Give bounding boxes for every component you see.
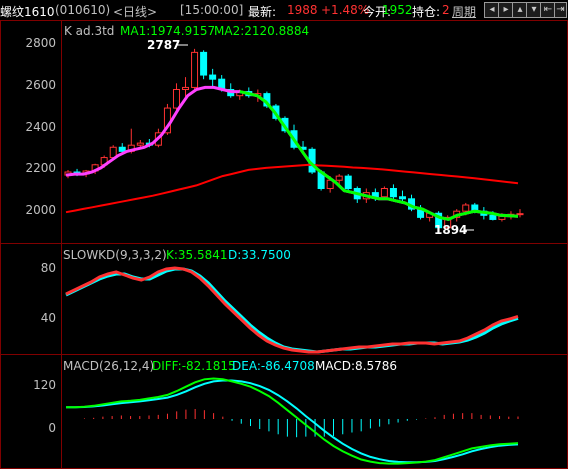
- y-tick-2200: 2200: [25, 161, 56, 175]
- ma1-label: MA1:1974.9157: [120, 24, 215, 38]
- y-tick-2600: 2600: [25, 78, 56, 92]
- kd-title: SLOWKD(9,3,3,2): [63, 248, 167, 262]
- kd-k-line: [65, 266, 519, 354]
- candle-body: [489, 214, 497, 220]
- macd-diff-line: [66, 377, 519, 465]
- candle-body: [398, 196, 406, 200]
- kd-panel: [65, 266, 519, 354]
- macd-diff-label: DIFF:-82.1815: [152, 359, 236, 373]
- candle-body: [344, 175, 352, 189]
- y-tick-2800: 2800: [25, 36, 56, 50]
- candle-body: [172, 89, 180, 109]
- kd-k-label: K:35.5841: [166, 248, 228, 262]
- high-marker: 2787: [147, 38, 180, 52]
- macd-title: MACD(26,12,4): [63, 359, 154, 373]
- ma2-line: [65, 163, 519, 214]
- kd-d-label: D:33.7500: [228, 248, 291, 262]
- low-marker: 1894: [434, 223, 467, 237]
- candle-body: [380, 188, 388, 198]
- candle-body: [136, 142, 144, 146]
- candle-body: [516, 213, 524, 216]
- chart-frame: [0, 20, 568, 469]
- chart-canvas[interactable]: K ad.3td MA1:1974.9157 MA2:2120.8884 SLO…: [0, 0, 568, 469]
- candle-body: [191, 51, 199, 88]
- candle-body: [389, 188, 397, 198]
- main-title: K ad.3td: [64, 24, 114, 38]
- macd-panel: [66, 377, 519, 465]
- candle-body: [462, 204, 470, 212]
- candle-body: [182, 86, 190, 90]
- kd-d-line: [65, 267, 519, 354]
- macd-tick-0: 0: [48, 421, 56, 435]
- macd-value-label: MACD:8.5786: [315, 359, 397, 373]
- kd-tick-40: 40: [41, 311, 56, 325]
- candle-body: [335, 175, 343, 181]
- ma2-label: MA2:2120.8884: [214, 24, 309, 38]
- macd-dea-line: [66, 379, 519, 464]
- macd-dea-label: DEA:-86.4708: [232, 359, 315, 373]
- y-tick-2000: 2000: [25, 203, 56, 217]
- candle-body: [209, 74, 217, 80]
- macd-tick-120: 120: [33, 378, 56, 392]
- y-tick-2400: 2400: [25, 120, 56, 134]
- candle-body: [118, 146, 126, 152]
- main-panel: [64, 48, 524, 234]
- kd-tick-80: 80: [41, 261, 56, 275]
- candle-body: [200, 51, 208, 76]
- ma1-down-segment: [239, 90, 519, 221]
